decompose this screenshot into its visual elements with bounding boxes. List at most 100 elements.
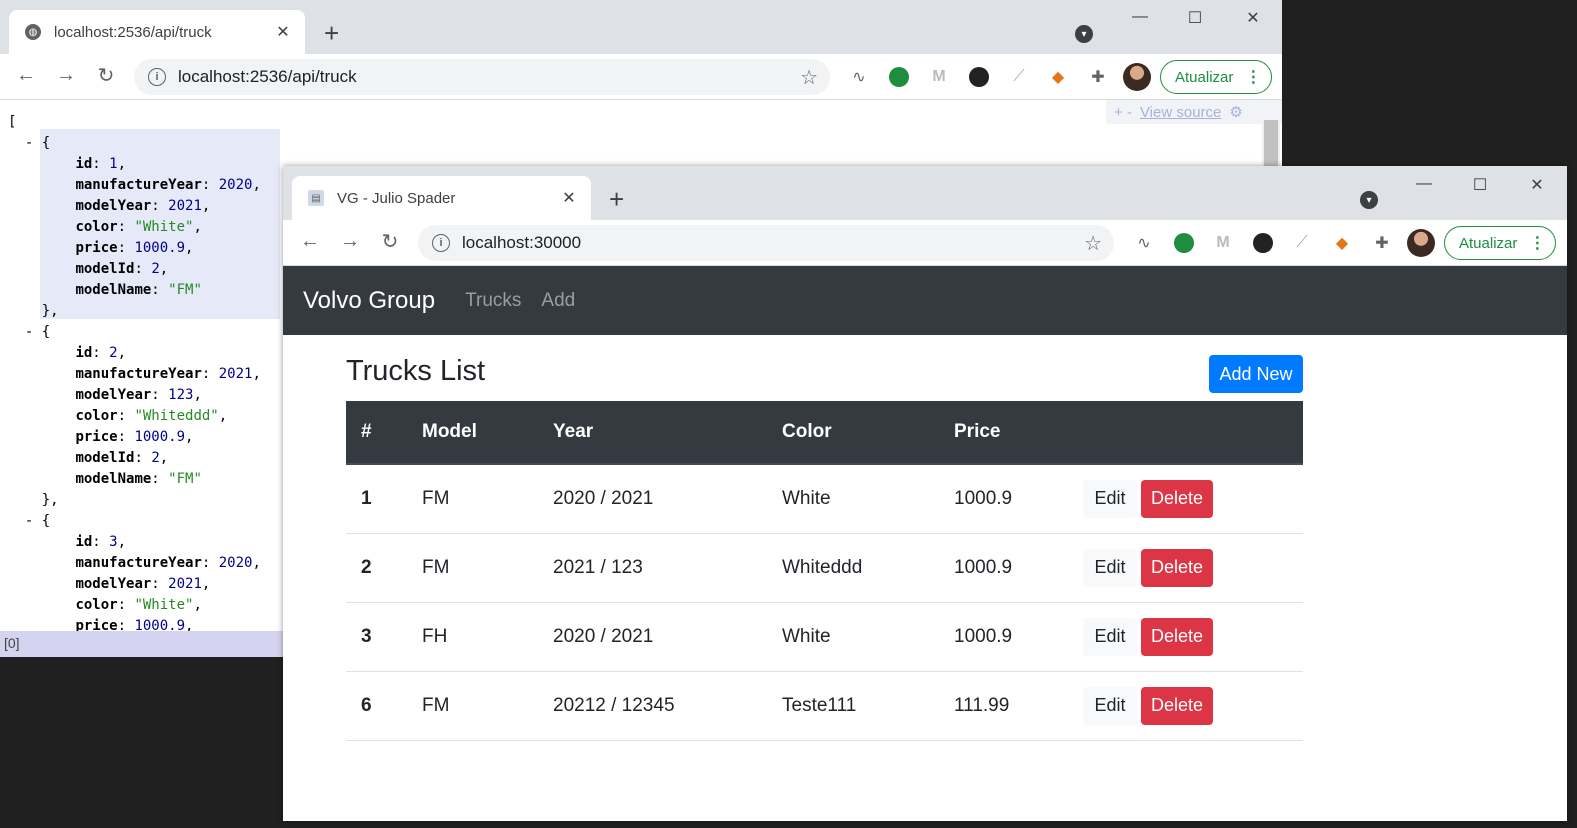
fox-extension-icon[interactable]: ◆ (1046, 65, 1070, 89)
back-button[interactable]: ← (14, 64, 38, 87)
json-key: manufactureYear (75, 177, 202, 193)
circle-extension-icon[interactable] (1251, 231, 1275, 255)
json-key: manufactureYear (75, 366, 202, 382)
delete-button[interactable]: Delete (1141, 548, 1213, 587)
expand-collapse-toggle[interactable]: + - (1114, 104, 1132, 121)
json-value: "FM" (168, 282, 202, 298)
trucks-table: # Model Year Color Price 1 FM 2020 / 202… (346, 401, 1303, 741)
reload-button[interactable]: ↻ (94, 63, 118, 88)
new-tab-button[interactable]: + (609, 186, 624, 212)
edit-button[interactable]: Edit (1083, 479, 1137, 518)
forward-button[interactable]: → (54, 64, 78, 87)
json-value: "FM" (168, 471, 202, 487)
maximize-button[interactable]: ☐ (1185, 8, 1205, 28)
m-extension-icon[interactable]: M (927, 65, 951, 89)
cell-color: Teste111 (782, 694, 857, 716)
delete-button[interactable]: Delete (1141, 686, 1213, 725)
tab-search-icon[interactable]: ▾ (1360, 191, 1378, 209)
tab-search-icon[interactable]: ▾ (1075, 25, 1093, 43)
address-bar[interactable]: i localhost:30000 ☆ (418, 225, 1114, 261)
green-id-extension-icon[interactable] (1172, 231, 1196, 255)
green-id-extension-icon[interactable] (887, 65, 911, 89)
json-key: modelName (75, 471, 152, 487)
puzzle-icon[interactable]: ✚ (1370, 231, 1394, 255)
json-line: }, (8, 492, 59, 508)
cell-price: 1000.9 (954, 487, 1013, 509)
minimize-button[interactable]: — (1414, 175, 1434, 193)
add-new-button[interactable]: Add New (1209, 355, 1303, 393)
cell-id: 2 (361, 556, 372, 578)
table-row: 2 FM 2021 / 123 Whiteddd 1000.9 Edit Dele… (346, 533, 1303, 602)
json-key: modelId (75, 450, 135, 466)
browser-toolbar: ← → ↻ i localhost:2536/api/truck ☆ ∿ M ⟋… (0, 54, 1282, 100)
close-window-button[interactable]: ✕ (1243, 8, 1263, 28)
address-bar[interactable]: i localhost:2536/api/truck ☆ (134, 59, 830, 95)
delete-button[interactable]: Delete (1141, 617, 1213, 656)
json-value: 2 (151, 261, 160, 277)
close-tab-icon[interactable]: ✕ (275, 22, 291, 42)
json-key: id (75, 156, 93, 172)
json-line: - { (8, 324, 51, 340)
json-value: "White" (134, 219, 194, 235)
column-header-index: # (346, 401, 407, 465)
nav-link-trucks[interactable]: Trucks (465, 290, 521, 312)
column-header-actions (1068, 401, 1303, 465)
info-icon[interactable]: i (148, 68, 166, 86)
json-line: price: 1000.9, (75, 240, 194, 256)
json-line: price: 1000.9, (75, 429, 194, 445)
json-key: manufactureYear (75, 555, 202, 571)
tab-api[interactable]: ◍ localhost:2536/api/truck ✕ (9, 10, 305, 54)
info-icon[interactable]: i (432, 234, 450, 252)
m-extension-icon[interactable]: M (1211, 231, 1235, 255)
view-source-link[interactable]: View source (1140, 104, 1221, 121)
back-button[interactable]: ← (298, 230, 322, 253)
page-icon: ▤ (308, 190, 324, 206)
bookmark-star-icon[interactable]: ☆ (800, 65, 818, 90)
avatar[interactable] (1407, 229, 1435, 257)
close-tab-icon[interactable]: ✕ (561, 188, 577, 208)
fox-extension-icon[interactable]: ◆ (1330, 231, 1354, 255)
maximize-button[interactable]: ☐ (1470, 175, 1490, 195)
bookmark-star-icon[interactable]: ☆ (1084, 231, 1102, 256)
json-value: 2020 (218, 555, 253, 571)
chart-extension-icon[interactable]: ⟋ (1007, 65, 1031, 89)
json-key: color (75, 219, 118, 235)
cell-actions: Edit Delete (1068, 464, 1303, 533)
avatar[interactable] (1123, 63, 1151, 91)
pulse-extension-icon[interactable]: ∿ (847, 65, 871, 89)
cell-model: FM (422, 694, 450, 716)
update-button[interactable]: Atualizar ⋮ (1444, 226, 1557, 260)
brand-link[interactable]: Volvo Group (303, 287, 435, 315)
edit-button[interactable]: Edit (1083, 617, 1137, 656)
minimize-button[interactable]: — (1130, 8, 1150, 26)
chart-extension-icon[interactable]: ⟋ (1290, 231, 1314, 255)
nav-link-add[interactable]: Add (541, 290, 575, 312)
puzzle-icon[interactable]: ✚ (1086, 65, 1110, 89)
reload-button[interactable]: ↻ (378, 229, 402, 254)
table-row: 6 FM 20212 / 12345 Teste111 111.99 Edit D… (346, 671, 1303, 740)
json-value: 2021 (168, 198, 202, 214)
json-content: [ - { id: 1, manufactureYear: 2020, mode… (8, 112, 261, 637)
update-label: Atualizar (1175, 68, 1234, 86)
cell-actions: Edit Delete (1068, 671, 1303, 740)
tab-app[interactable]: ▤ VG - Julio Spader ✕ (292, 176, 591, 220)
cell-model: FH (422, 625, 448, 647)
circle-extension-icon[interactable] (967, 65, 991, 89)
close-window-button[interactable]: ✕ (1527, 175, 1547, 195)
edit-button[interactable]: Edit (1083, 548, 1137, 587)
update-button[interactable]: Atualizar ⋮ (1160, 60, 1273, 94)
json-line: - { (8, 135, 51, 151)
new-tab-button[interactable]: + (324, 20, 339, 46)
cell-id: 1 (361, 487, 372, 509)
cell-price: 1000.9 (954, 556, 1013, 578)
app-navbar: Volvo Group Trucks Add (283, 266, 1567, 335)
pulse-extension-icon[interactable]: ∿ (1132, 231, 1156, 255)
update-label: Atualizar (1459, 234, 1518, 252)
json-line: - { (8, 513, 51, 529)
gear-icon[interactable]: ⚙ (1229, 103, 1242, 121)
delete-button[interactable]: Delete (1141, 479, 1213, 518)
edit-button[interactable]: Edit (1083, 686, 1137, 725)
forward-button[interactable]: → (338, 230, 362, 253)
tab-title: localhost:2536/api/truck (54, 23, 212, 41)
json-key: id (75, 534, 93, 550)
